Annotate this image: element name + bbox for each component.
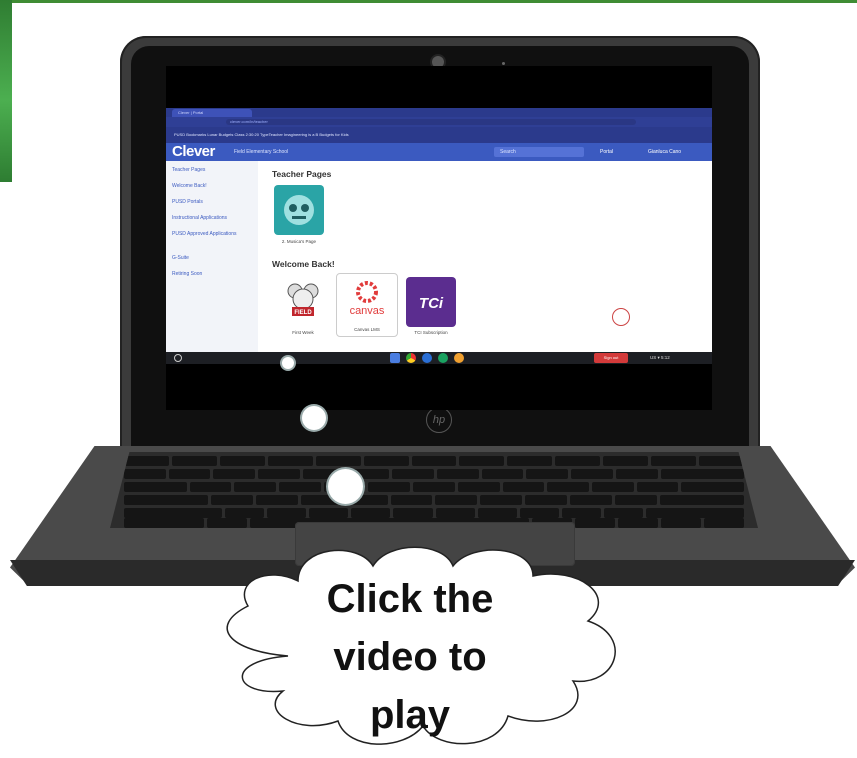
canvas-app-label[interactable]: Canvas LMS	[337, 327, 397, 332]
hp-logo-icon: hp	[426, 407, 452, 433]
first-week-app-label[interactable]: First Week	[272, 330, 334, 335]
browser-toolbar: clever.com/in/teacher	[166, 117, 712, 127]
teacher-page-app-label[interactable]: 2. Musica's Page	[266, 239, 332, 244]
teacher-page-app-tile[interactable]	[274, 185, 324, 235]
launcher-icon[interactable]	[174, 354, 182, 362]
app-icon[interactable]	[454, 353, 464, 363]
sidebar: Teacher Pages Welcome Back! PUSD Portals…	[166, 161, 258, 356]
tci-logo-icon: TCi	[419, 295, 444, 312]
chromeos-shelf: Sign out US ▾ 5:12	[166, 352, 712, 364]
clever-page: Teacher Pages Welcome Back! PUSD Portals…	[166, 161, 712, 356]
slide-top-border	[0, 0, 857, 3]
canvas-app-tile[interactable]: canvas Canvas LMS	[336, 273, 398, 337]
school-name: Field Elementary School	[234, 149, 289, 155]
portal-link[interactable]: Portal	[600, 143, 613, 161]
sidebar-item-teacher-pages[interactable]: Teacher Pages	[172, 167, 256, 173]
tci-app-tile[interactable]: TCi	[406, 277, 456, 327]
first-week-tile-text: FIELD	[294, 310, 312, 316]
sidebar-item-pusd-approved-applications[interactable]: PUSD Approved Applications	[172, 231, 256, 237]
clever-header: Clever Field Elementary School Search Po…	[166, 143, 712, 161]
files-icon[interactable]	[390, 353, 400, 363]
sidebar-item-g-suite[interactable]: G-Suite	[172, 255, 256, 261]
sidebar-item-pusd-portals[interactable]: PUSD Portals	[172, 199, 256, 205]
tci-app-label[interactable]: TCI Subscription	[400, 330, 462, 335]
main-content: Teacher Pages 2. Musica's Page Welcome B…	[266, 161, 712, 356]
video-screen[interactable]: Clever | Portal clever.com/in/teacher PU…	[166, 66, 712, 410]
teacher-pages-heading: Teacher Pages	[272, 169, 332, 179]
user-menu[interactable]: Gianluca Cano	[648, 143, 681, 161]
microphone-dot	[502, 62, 505, 65]
callout-text: Click the video to play	[326, 577, 494, 737]
first-week-app-tile[interactable]: FIELD	[278, 277, 328, 327]
sign-out-button[interactable]: Sign out	[594, 353, 628, 363]
video-marker-dot[interactable]	[328, 469, 363, 504]
video-marker-dot[interactable]	[302, 406, 326, 430]
tci-tile-text: TCi	[419, 295, 444, 312]
chrome-icon[interactable]	[406, 353, 416, 363]
cursor-highlight	[612, 308, 630, 326]
slide-side-accent	[0, 0, 12, 182]
canvas-tile-text: canvas	[350, 305, 385, 317]
browser-tab[interactable]: Clever | Portal	[172, 109, 252, 117]
meet-icon[interactable]	[422, 353, 432, 363]
robot-icon	[284, 195, 314, 225]
sidebar-item-welcome-back[interactable]: Welcome Back!	[172, 183, 256, 189]
welcome-back-heading: Welcome Back!	[272, 259, 335, 269]
system-tray[interactable]: US ▾ 5:12	[650, 352, 670, 364]
mascot-icon: FIELD	[287, 283, 319, 316]
browser-tab-strip: Clever | Portal	[166, 108, 712, 117]
bookmarks-bar[interactable]: PUSD Bookmarks Lunar Budgets Class 2:30:…	[166, 127, 712, 143]
address-bar[interactable]: clever.com/in/teacher	[226, 119, 636, 125]
search-input[interactable]: Search	[494, 147, 584, 157]
play-store-icon[interactable]	[438, 353, 448, 363]
sidebar-item-instructional-applications[interactable]: Instructional Applications	[172, 215, 256, 221]
clever-logo[interactable]: Clever	[172, 144, 215, 160]
sidebar-item-retiring-soon[interactable]: Retiring Soon	[172, 271, 256, 277]
keyboard	[110, 452, 758, 528]
canvas-logo-icon: canvas	[350, 281, 385, 317]
video-marker-dot[interactable]	[282, 357, 294, 369]
